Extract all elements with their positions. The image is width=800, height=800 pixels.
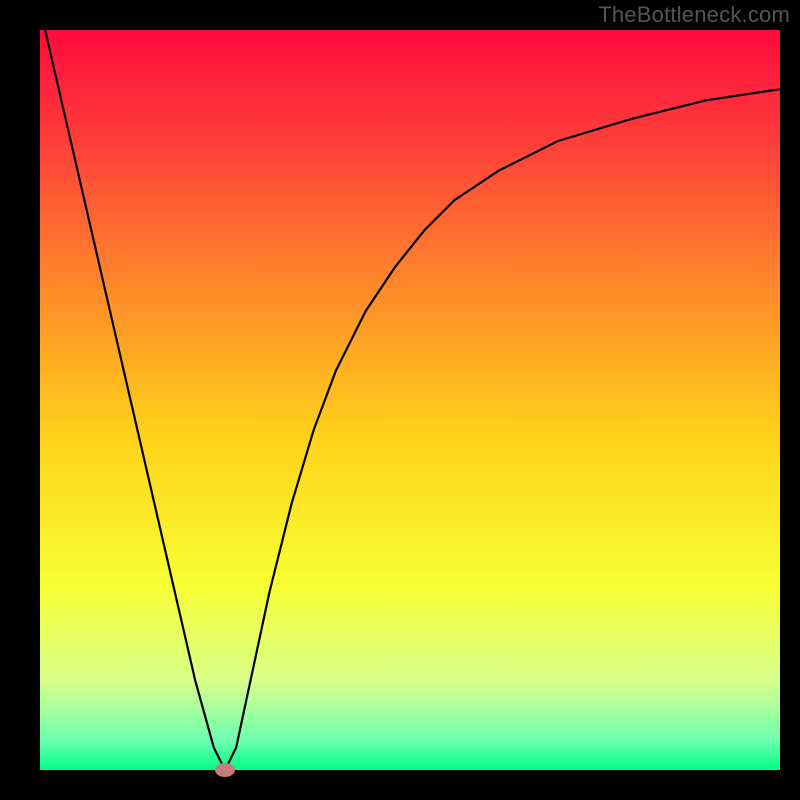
bottleneck-chart <box>0 0 800 800</box>
chart-frame: TheBottleneck.com <box>0 0 800 800</box>
minimum-marker <box>215 763 235 777</box>
plot-background <box>40 30 780 770</box>
